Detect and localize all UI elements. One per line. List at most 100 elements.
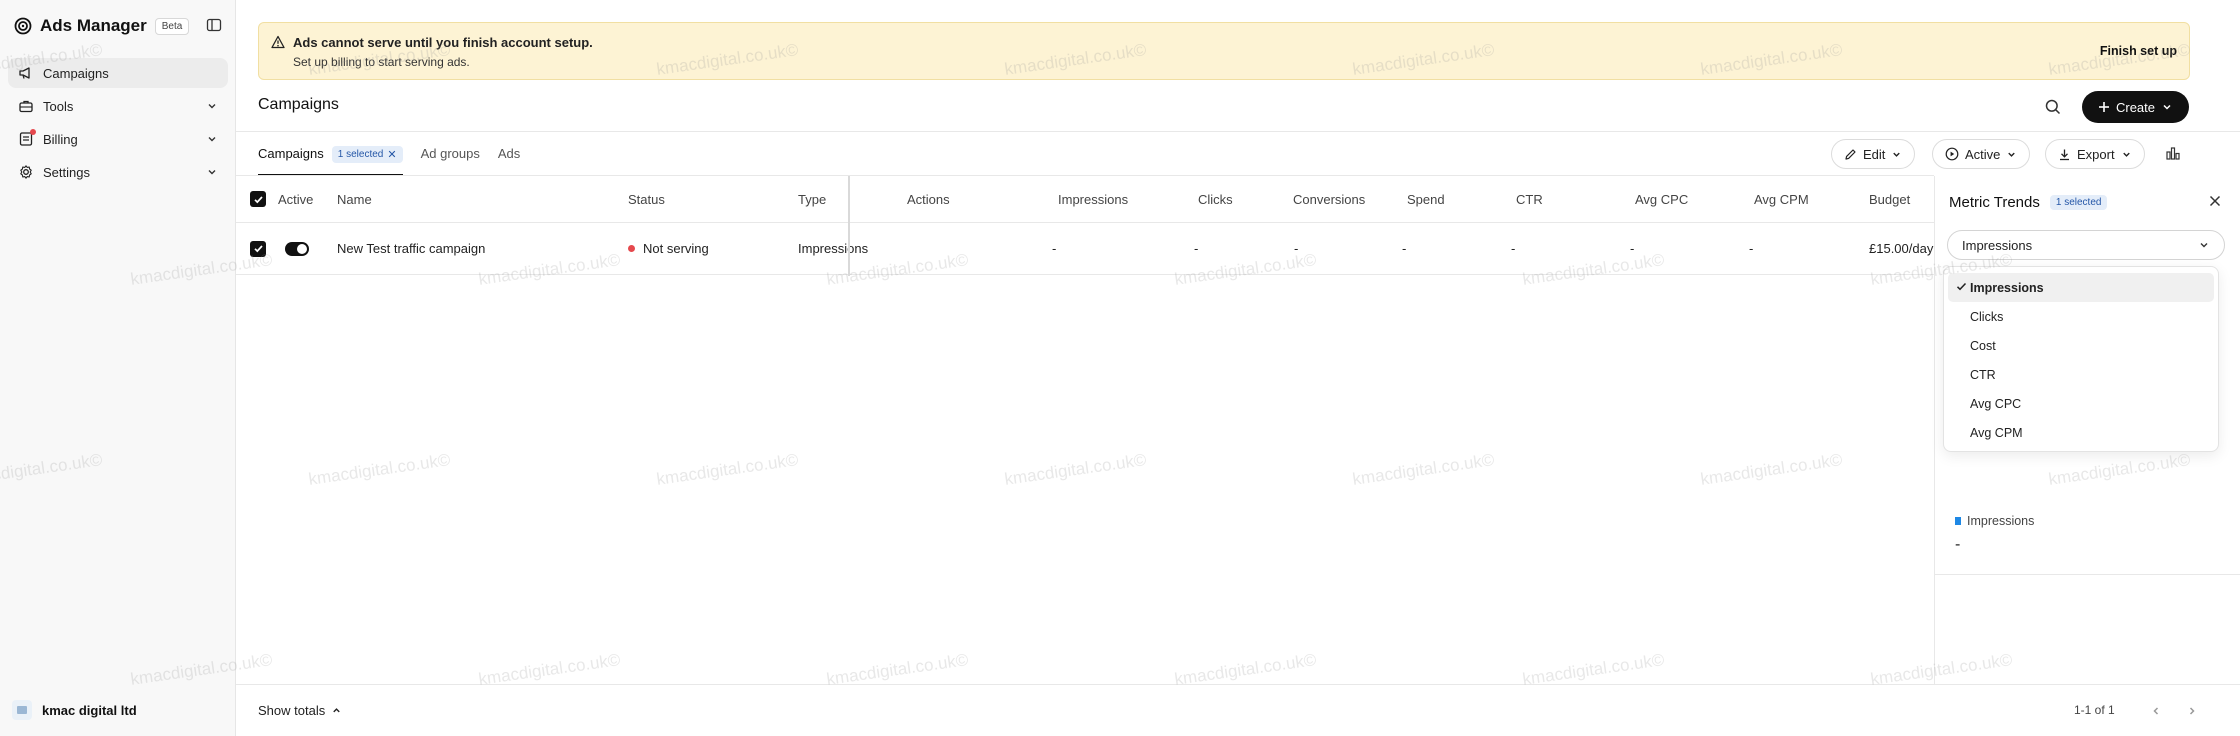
sidebar-item-tools[interactable]: Tools	[8, 91, 228, 121]
close-icon[interactable]	[2207, 193, 2223, 209]
export-button[interactable]: Export	[2045, 139, 2145, 169]
column-header-name[interactable]: Name	[337, 176, 372, 222]
checkbox-checked[interactable]	[250, 240, 266, 257]
column-header-avg-cpm[interactable]: Avg CPM	[1754, 176, 1809, 222]
column-header-budget[interactable]: Budget	[1869, 176, 1910, 222]
status-cell: Not serving	[628, 223, 709, 274]
frozen-column-divider	[848, 176, 850, 276]
play-circle-icon	[1945, 147, 1959, 161]
metric-select-value: Impressions	[1962, 237, 2033, 253]
column-header-ctr[interactable]: CTR	[1516, 176, 1543, 222]
panel-title-text: Metric Trends	[1949, 194, 2040, 211]
brand: Ads Manager Beta	[14, 14, 190, 38]
chevron-right-icon[interactable]	[2182, 701, 2202, 721]
legend-label: Impressions	[1967, 514, 2035, 528]
tab-ads[interactable]: Ads	[498, 142, 520, 176]
tab-label: Campaigns	[258, 146, 324, 161]
dropdown-option-avg-cpm[interactable]: Avg CPM	[1948, 418, 2214, 447]
table-row[interactable]: New Test traffic campaign Not serving Im…	[236, 223, 1934, 275]
trend-legend: Impressions	[1955, 514, 2034, 528]
column-header-actions[interactable]: Actions	[907, 176, 950, 222]
bar-chart-icon[interactable]	[2164, 144, 2184, 164]
conversions-cell: -	[1294, 241, 1299, 256]
sidebar-collapse-icon[interactable]	[206, 17, 222, 33]
column-header-status[interactable]: Status	[628, 176, 665, 222]
toggle-on[interactable]	[285, 241, 309, 256]
active-label: Active	[1965, 146, 2001, 162]
entity-tabs: Campaigns 1 selected ✕ Ad groups Ads	[258, 142, 520, 176]
column-header-clicks[interactable]: Clicks	[1198, 176, 1233, 222]
dropdown-option-avg-cpc[interactable]: Avg CPC	[1948, 389, 2214, 418]
checkbox-checked[interactable]	[250, 191, 266, 207]
clear-selection-icon[interactable]: ✕	[387, 148, 396, 161]
sidebar-item-label: Settings	[43, 164, 90, 180]
chevron-down-icon	[2006, 149, 2017, 160]
edit-button[interactable]: Edit	[1831, 139, 1916, 169]
account-logo-icon	[12, 700, 32, 720]
column-header-spend[interactable]: Spend	[1407, 176, 1445, 222]
setup-warning-banner: Ads cannot serve until you finish accoun…	[258, 22, 2190, 80]
notification-dot	[30, 129, 36, 135]
tab-ad-groups[interactable]: Ad groups	[421, 142, 480, 176]
banner-title: Ads cannot serve until you finish accoun…	[293, 35, 593, 50]
chevron-down-icon	[206, 166, 218, 178]
column-header-impressions[interactable]: Impressions	[1058, 176, 1128, 222]
pagination-text: 1-1 of 1	[2074, 703, 2115, 717]
active-toggle[interactable]	[285, 223, 309, 274]
spend-cell: -	[1402, 241, 1407, 256]
status-filter-button[interactable]: Active	[1932, 139, 2031, 169]
search-icon[interactable]	[2044, 98, 2062, 116]
avg-cpm-cell: -	[1749, 241, 1754, 256]
metric-select[interactable]: Impressions	[1947, 230, 2225, 260]
account-switcher[interactable]: kmac digital ltd	[12, 700, 137, 720]
chevron-down-icon	[2121, 149, 2132, 160]
select-all-checkbox[interactable]	[250, 176, 266, 222]
column-header-type[interactable]: Type	[798, 176, 826, 222]
dropdown-option-cost[interactable]: Cost	[1948, 331, 2214, 360]
sidebar-item-billing[interactable]: Billing	[8, 124, 228, 154]
metric-trends-panel: Metric Trends 1 selected Impressions Imp…	[1934, 176, 2240, 684]
chevron-left-icon[interactable]	[2146, 701, 2166, 721]
column-header-conversions[interactable]: Conversions	[1293, 176, 1365, 222]
chevron-down-icon	[2198, 239, 2210, 251]
chevron-up-icon	[331, 705, 342, 716]
warning-icon	[271, 35, 285, 49]
header-divider	[236, 131, 2240, 132]
row-checkbox[interactable]	[250, 223, 266, 274]
sidebar: Ads Manager Beta Campaigns Tools Billing…	[0, 0, 236, 736]
panel-title: Metric Trends 1 selected	[1949, 194, 2108, 211]
column-header-avg-cpc[interactable]: Avg CPC	[1635, 176, 1688, 222]
ads-manager-logo-icon	[14, 17, 32, 35]
create-button[interactable]: Create	[2082, 91, 2189, 123]
plus-icon	[2098, 101, 2110, 113]
clicks-cell: -	[1194, 241, 1199, 256]
sidebar-item-label: Billing	[43, 131, 78, 147]
show-totals-toggle[interactable]: Show totals	[258, 703, 342, 718]
type-cell: Impressions	[798, 241, 869, 256]
sidebar-item-campaigns[interactable]: Campaigns	[8, 58, 228, 88]
dropdown-option-clicks[interactable]: Clicks	[1948, 302, 2214, 331]
sidebar-item-settings[interactable]: Settings	[8, 157, 228, 187]
dropdown-option-ctr[interactable]: CTR	[1948, 360, 2214, 389]
dropdown-option-impressions[interactable]: Impressions	[1948, 273, 2214, 302]
pencil-icon	[1844, 148, 1857, 161]
selected-count-badge: 1 selected ✕	[331, 146, 403, 163]
status-text: Not serving	[643, 241, 709, 256]
legend-value: -	[1955, 536, 1961, 553]
edit-label: Edit	[1863, 146, 1886, 162]
app-title: Ads Manager	[40, 16, 147, 35]
finish-setup-link[interactable]: Finish set up	[2100, 44, 2177, 58]
briefcase-icon	[18, 98, 34, 114]
campaign-name[interactable]: New Test traffic campaign	[337, 223, 485, 274]
legend-swatch	[1955, 517, 1961, 525]
status-dot	[628, 245, 635, 252]
column-header-active[interactable]: Active	[278, 176, 313, 222]
metric-dropdown-menu: Impressions Clicks Cost CTR Avg CPC Avg …	[1943, 266, 2219, 452]
sidebar-nav: Campaigns Tools Billing Settings	[8, 58, 228, 190]
export-label: Export	[2077, 146, 2115, 162]
impressions-cell: -	[1052, 241, 1057, 256]
tab-campaigns[interactable]: Campaigns 1 selected ✕	[258, 142, 403, 176]
account-name: kmac digital ltd	[42, 702, 137, 718]
billing-icon	[18, 129, 36, 147]
chevron-down-icon	[206, 100, 218, 112]
